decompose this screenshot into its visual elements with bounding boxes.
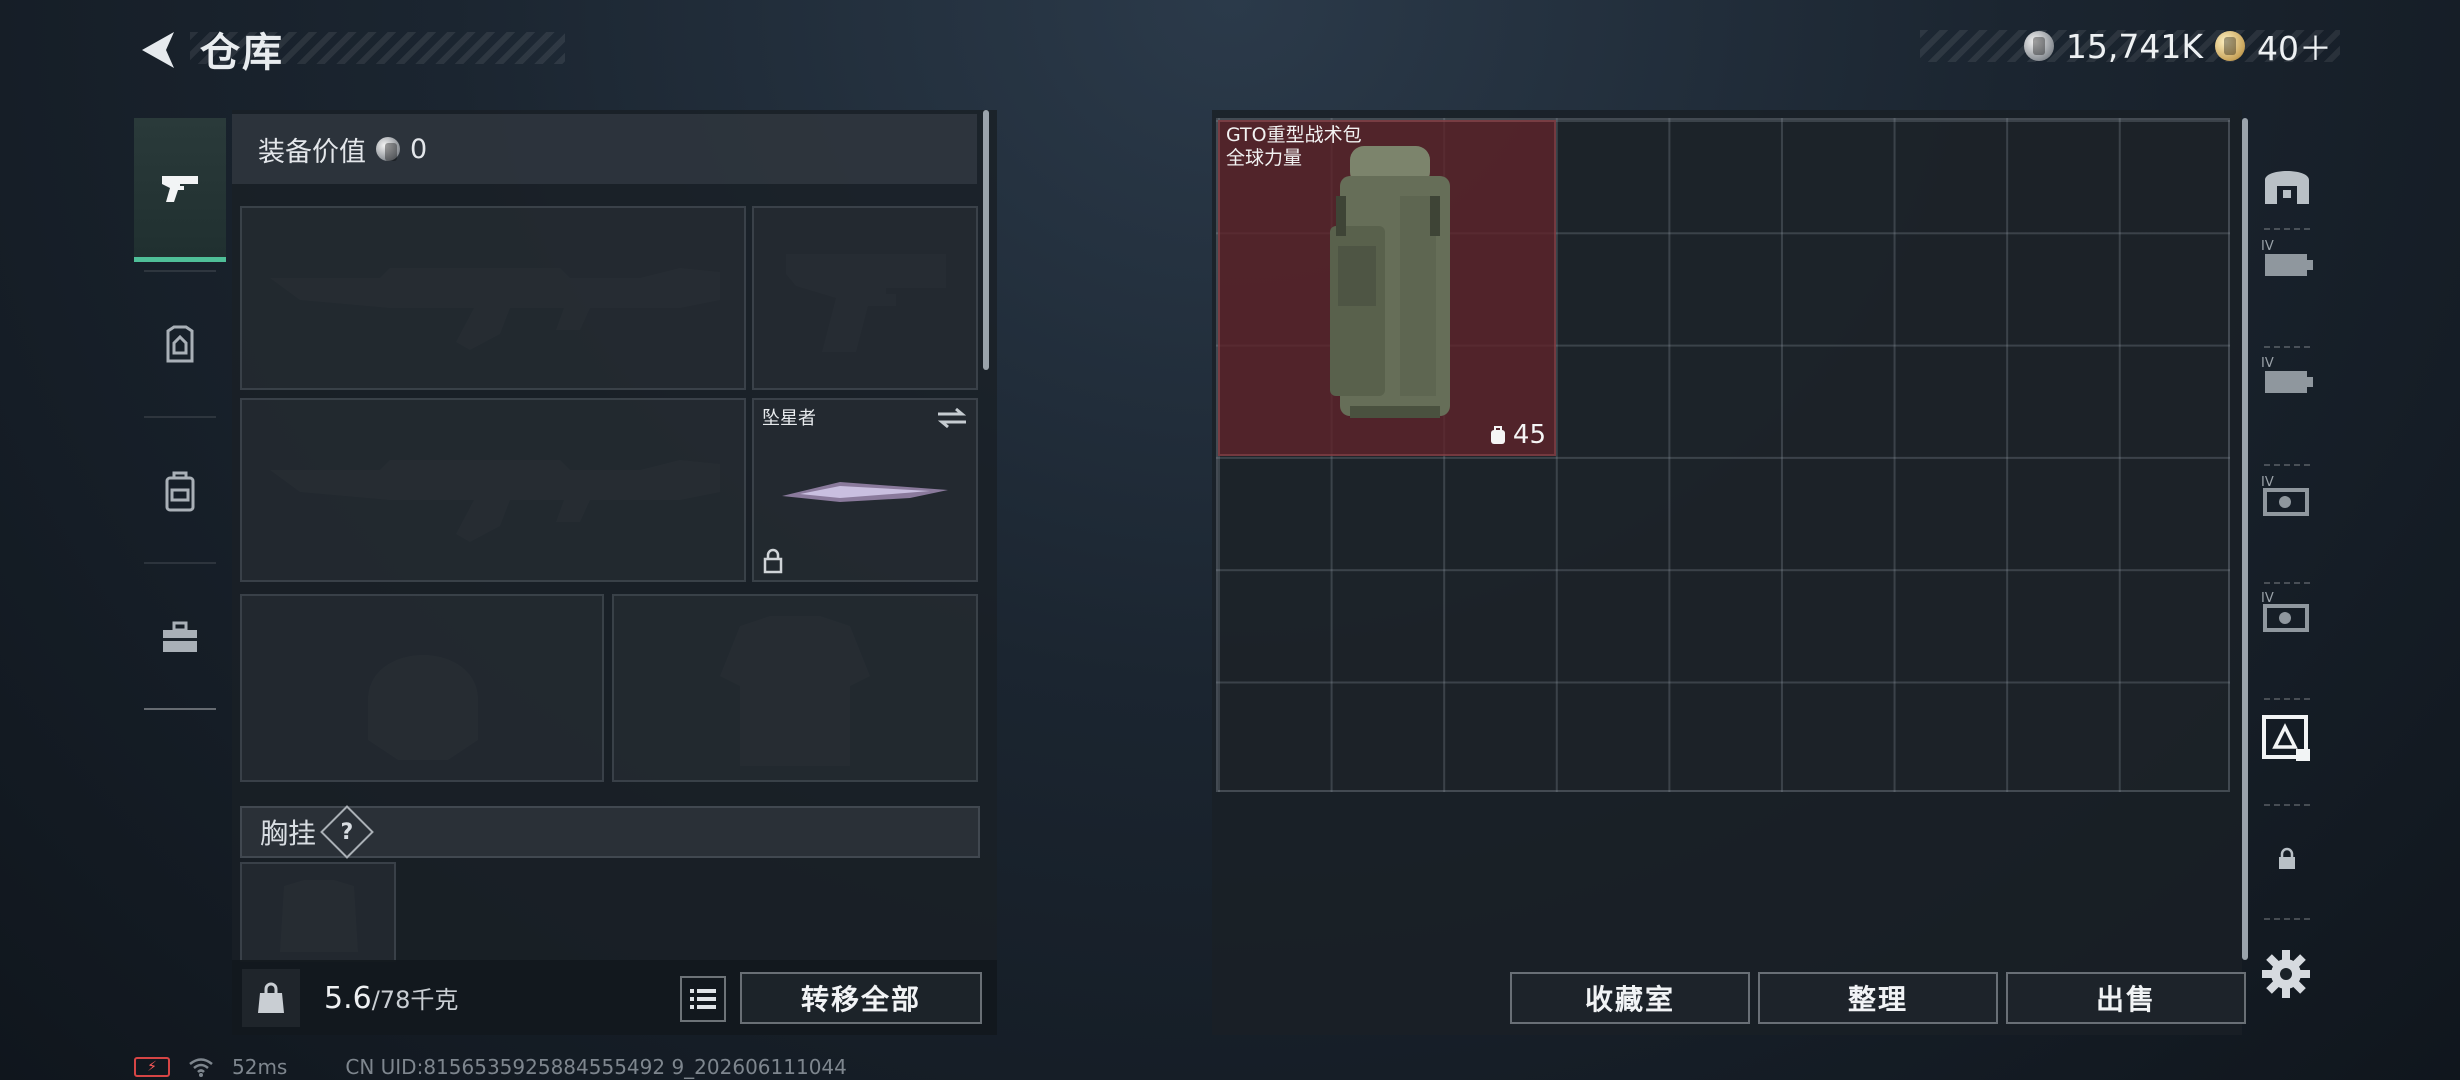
equipment-value: 0 (410, 133, 428, 165)
chest-rig-header: 胸挂 ? (240, 805, 980, 859)
currency-bar: 15,741K 40＋ (1920, 26, 2340, 68)
weight-lock-button[interactable] (242, 968, 300, 1027)
container-tab-4[interactable]: IV (2252, 558, 2322, 668)
pistol-icon (162, 175, 198, 202)
toolbox-icon (163, 621, 197, 652)
body-armor-slot[interactable] (612, 594, 978, 782)
weight-readout: 5.6/78千克 (324, 980, 458, 1016)
knife-icon (782, 482, 948, 502)
lock-icon (763, 548, 783, 574)
stash-scrollbar[interactable] (2242, 118, 2248, 960)
svg-text:IV: IV (2261, 356, 2274, 371)
svg-text:IV: IV (2261, 591, 2274, 606)
container-icon: IV (2261, 475, 2309, 516)
backpack-image (1330, 146, 1450, 418)
equipment-panel: 装备价值 0 坠星者 胸挂 ? (232, 110, 997, 1035)
melee-name: 坠星者 (762, 408, 816, 429)
chest-rig-placeholder-icon (280, 880, 358, 952)
help-icon: ? (340, 819, 354, 845)
weight-current: 5.6 (324, 980, 372, 1016)
list-view-button[interactable] (680, 976, 726, 1022)
battery-icon: ⚡ (134, 1057, 170, 1077)
back-arrow-icon (142, 32, 174, 68)
equipment-value-label: 装备价值 (258, 136, 366, 168)
wifi-icon (189, 1058, 213, 1077)
helmet-placeholder-icon (368, 655, 478, 760)
category-tab-tools[interactable] (134, 565, 226, 709)
backpack-icon (165, 471, 195, 512)
weight-icon (258, 982, 284, 1013)
svg-text:IV: IV (2261, 475, 2274, 490)
secondary-weapon-slot[interactable] (240, 398, 746, 582)
item-capacity: 45 (1489, 420, 1546, 450)
container-icon: IV (2261, 239, 2313, 276)
category-tab-armor[interactable] (134, 273, 226, 417)
category-tab-backpack[interactable] (134, 419, 226, 563)
sell-button[interactable]: 出售 (2006, 972, 2246, 1024)
primary-weapon-slot[interactable] (240, 206, 746, 390)
silver-coin-icon (376, 137, 400, 161)
status-footer: ⚡ 52ms CN UID:8156535925884555492 9_2026… (134, 1054, 847, 1080)
category-tab-weapons[interactable] (134, 118, 226, 262)
container-tab-2[interactable]: IV (2252, 323, 2322, 433)
swap-icon[interactable] (936, 406, 968, 430)
item-capacity-value: 45 (1512, 420, 1546, 450)
container-tab-locked[interactable] (2252, 804, 2322, 914)
gear-icon (2262, 950, 2310, 998)
vest-placeholder-icon (720, 616, 870, 766)
stash-item-backpack[interactable]: GTO重型战术包 全球力量 45 (1218, 120, 1556, 456)
backpack-small-icon (1490, 426, 1505, 444)
container-icon: IV (2261, 591, 2309, 632)
melee-slot[interactable]: 坠星者 (752, 398, 978, 582)
organize-button[interactable]: 整理 (1758, 972, 1998, 1024)
container-icon: IV (2261, 356, 2313, 393)
stash-icon (2265, 171, 2309, 204)
sidearm-slot[interactable] (752, 206, 978, 390)
armor-icon (166, 325, 194, 363)
help-button[interactable]: ? (320, 805, 374, 859)
gold-coin-icon (2215, 31, 2245, 61)
rifle-placeholder-icon (270, 268, 720, 350)
container-tab-1[interactable]: IV (2252, 206, 2322, 316)
svg-text:IV: IV (2261, 239, 2274, 254)
container-tab-3[interactable]: IV (2252, 442, 2322, 552)
category-sidebar (134, 108, 226, 713)
collection-room-button[interactable]: 收藏室 (1510, 972, 1750, 1024)
back-button[interactable] (128, 22, 188, 78)
weight-max: /78千克 (371, 985, 459, 1014)
page-title: 仓库 (200, 30, 284, 76)
silver-coin-icon (2023, 31, 2054, 61)
settings-button[interactable] (2260, 948, 2312, 1000)
chest-rig-slot[interactable] (240, 862, 396, 962)
list-icon (690, 989, 716, 1009)
weight-bar: 5.6/78千克 转移全部 (232, 960, 997, 1035)
user-id: CN UID:8156535925884555492 9_20260611104… (345, 1055, 847, 1079)
selected-container-icon (2262, 715, 2310, 761)
chest-rig-label: 胸挂 (260, 817, 317, 850)
gold-currency-value: 40＋ (2257, 29, 2332, 68)
ping-value: 52ms (232, 1055, 288, 1079)
equipment-scrollbar[interactable] (983, 110, 989, 370)
container-tab-selected[interactable] (2252, 683, 2322, 793)
lock-icon (2279, 847, 2295, 869)
helmet-slot[interactable] (240, 594, 604, 782)
container-sidebar: IV IV IV IV (2252, 118, 2322, 978)
equipment-value-bar: 装备价值 0 (232, 114, 977, 184)
transfer-all-button[interactable]: 转移全部 (740, 972, 982, 1024)
rifle-placeholder-icon (270, 460, 720, 542)
pistol-placeholder-icon (786, 254, 946, 352)
silver-currency-value: 15,741K (2065, 26, 2203, 66)
